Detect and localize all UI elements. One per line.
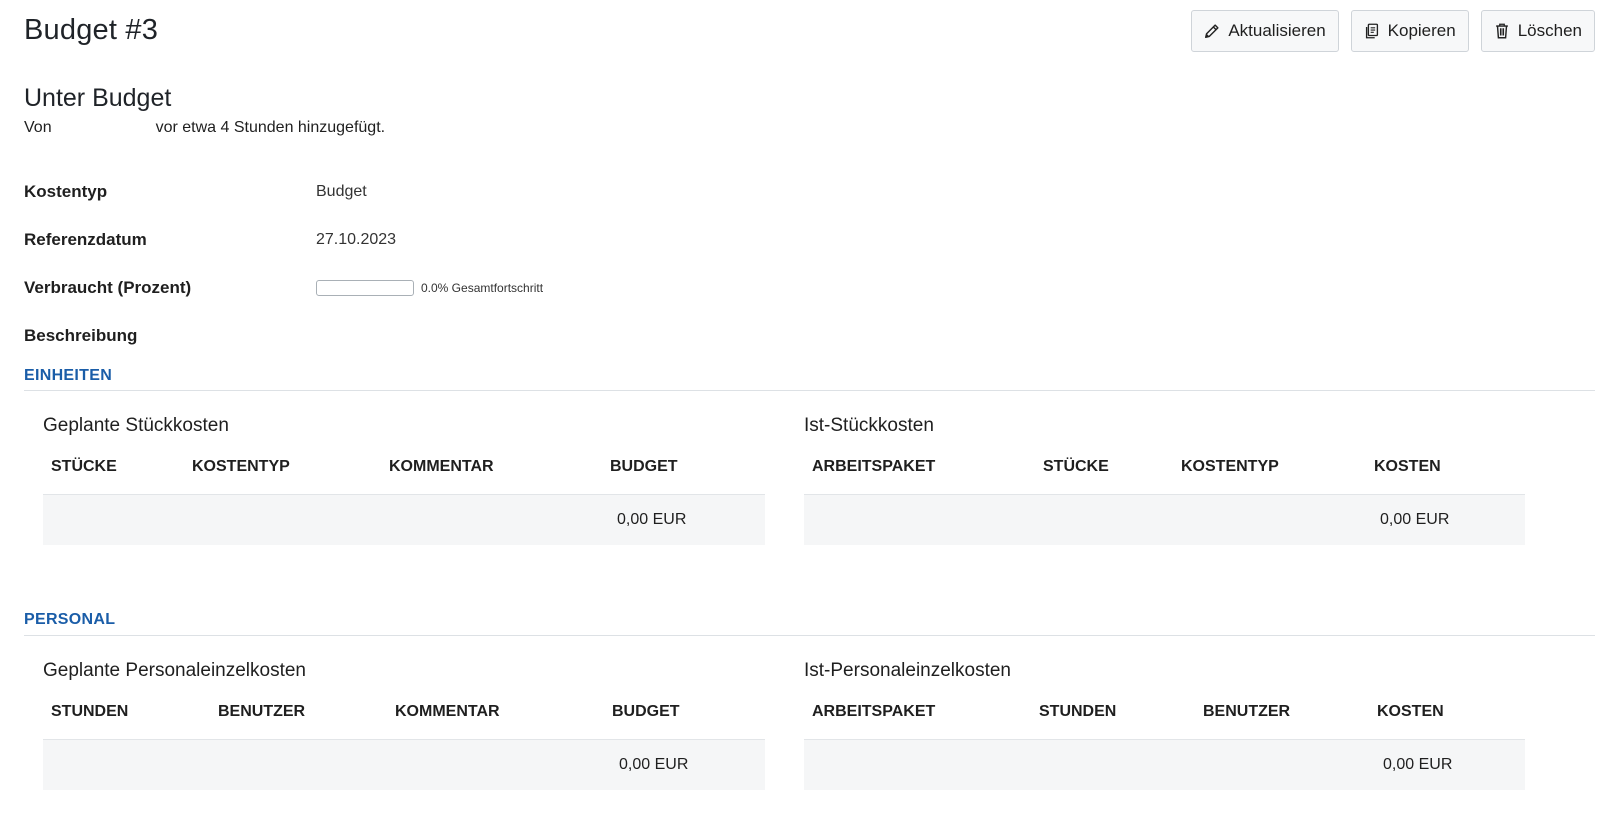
table-total-row: 0,00 EUR xyxy=(804,495,1525,545)
attribute-spent: Verbraucht (Prozent) 0.0% Gesamtfortschr… xyxy=(24,278,543,298)
table-heading: Geplante Stückkosten xyxy=(43,415,229,436)
column-header: Budget xyxy=(610,458,678,475)
attribute-label: Verbraucht (Prozent) xyxy=(24,278,192,297)
column-header: Kosten xyxy=(1377,703,1444,720)
planned-unit-costs-table: Geplante Stückkosten Stücke Kostentyp Ko… xyxy=(43,415,765,545)
section-title-personnel: PERSONAL xyxy=(24,611,116,628)
column-header: Benutzer xyxy=(218,703,306,720)
copy-button-label: Kopieren xyxy=(1387,21,1456,40)
delete-button-label: Löschen xyxy=(1517,21,1582,40)
column-header: Stücke xyxy=(1043,458,1109,475)
column-header: Kosten xyxy=(1374,458,1441,475)
actual-personnel-costs-table: Ist-Personaleinzelkosten Arbeitspaket St… xyxy=(804,660,1525,790)
toolbar: Aktualisieren Kopieren Löschen xyxy=(1191,10,1595,52)
update-button-label: Aktualisieren xyxy=(1228,21,1326,40)
attribute-value: Budget xyxy=(316,183,367,200)
update-button[interactable]: Aktualisieren xyxy=(1191,10,1339,52)
table-heading: Geplante Personaleinzelkosten xyxy=(43,660,307,681)
table-header-row: Stunden Benutzer Kommentar Budget xyxy=(43,698,765,740)
progress-text: 0.0% Gesamtfortschritt xyxy=(421,281,544,295)
table-heading: Ist-Personaleinzelkosten xyxy=(804,660,1011,681)
table-header-row: Arbeitspaket Stunden Benutzer Kosten xyxy=(804,698,1525,740)
column-header: Stücke xyxy=(51,458,117,475)
attribute-label: Beschreibung xyxy=(24,326,138,345)
total-value: 0,00 EUR xyxy=(619,756,689,773)
budget-subject: Unter Budget xyxy=(24,84,172,112)
copy-icon xyxy=(1362,21,1382,41)
page-title: Budget #3 xyxy=(24,14,159,46)
attribute-cost-type: Kostentyp Budget xyxy=(24,182,367,202)
copy-button[interactable]: Kopieren xyxy=(1350,10,1469,52)
table-header-row: Stücke Kostentyp Kommentar Budget xyxy=(43,453,765,495)
column-header: Arbeitspaket xyxy=(812,458,936,475)
column-header: Budget xyxy=(612,703,680,720)
progress-bar xyxy=(316,280,414,296)
planned-personnel-costs-table: Geplante Personaleinzelkosten Stunden Be… xyxy=(43,660,765,790)
column-header: Kommentar xyxy=(395,703,500,720)
actual-unit-costs-table: Ist-Stückkosten Arbeitspaket Stücke Kost… xyxy=(804,415,1525,545)
column-header: Benutzer xyxy=(1203,703,1291,720)
total-value: 0,00 EUR xyxy=(617,511,687,528)
author-suffix: vor etwa 4 Stunden hinzugefügt. xyxy=(155,119,386,136)
attribute-label: Referenzdatum xyxy=(24,230,147,249)
spent-progress: 0.0% Gesamtfortschritt xyxy=(316,280,543,296)
trash-icon xyxy=(1492,21,1512,41)
column-header: Kostentyp xyxy=(1181,458,1279,475)
section-divider xyxy=(24,390,1595,391)
attribute-value: 27.10.2023 xyxy=(316,231,397,248)
table-heading: Ist-Stückkosten xyxy=(804,415,934,436)
column-header: Kommentar xyxy=(389,458,494,475)
table-total-row: 0,00 EUR xyxy=(804,740,1525,790)
author-line: Von vor etwa 4 Stunden hinzugefügt. xyxy=(24,119,385,137)
total-value: 0,00 EUR xyxy=(1383,756,1453,773)
delete-button[interactable]: Löschen xyxy=(1480,10,1595,52)
column-header: Arbeitspaket xyxy=(812,703,936,720)
column-header: Kostentyp xyxy=(192,458,290,475)
author-prefix: Von xyxy=(24,119,52,136)
table-total-row: 0,00 EUR xyxy=(43,740,765,790)
table-header-row: Arbeitspaket Stücke Kostentyp Kosten xyxy=(804,453,1525,495)
column-header: Stunden xyxy=(51,703,129,720)
attribute-reference-date: Referenzdatum 27.10.2023 xyxy=(24,230,396,250)
attribute-label: Kostentyp xyxy=(24,182,108,201)
section-divider xyxy=(24,635,1595,636)
author-name-redacted xyxy=(51,120,156,136)
pencil-icon xyxy=(1202,21,1222,41)
total-value: 0,00 EUR xyxy=(1380,511,1450,528)
attribute-description: Beschreibung xyxy=(24,326,316,346)
column-header: Stunden xyxy=(1039,703,1117,720)
table-total-row: 0,00 EUR xyxy=(43,495,765,545)
section-title-units: EINHEITEN xyxy=(24,367,113,384)
